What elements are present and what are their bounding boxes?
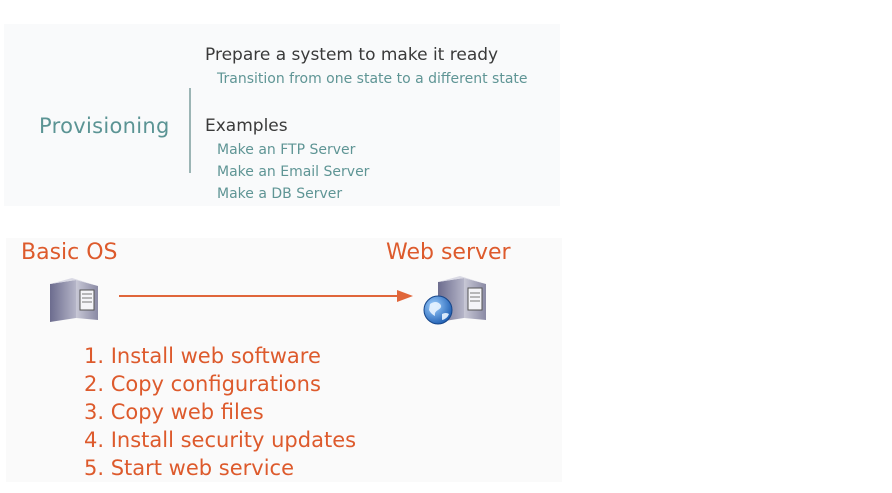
step-install-web-software: 1. Install web software bbox=[84, 344, 321, 368]
transition-arrow-line bbox=[119, 295, 399, 297]
web-server-label: Web server bbox=[386, 240, 511, 265]
definition-heading: Prepare a system to make it ready bbox=[205, 45, 499, 65]
example-item-ftp: Make an FTP Server bbox=[217, 142, 356, 158]
step-copy-web-files: 3. Copy web files bbox=[84, 400, 264, 424]
web-server-globe-icon bbox=[423, 276, 486, 325]
example-item-email: Make an Email Server bbox=[217, 164, 370, 180]
vertical-divider bbox=[189, 88, 191, 173]
server-icon bbox=[50, 278, 98, 322]
provisioning-title: Provisioning bbox=[39, 114, 170, 138]
example-item-db: Make a DB Server bbox=[217, 186, 343, 202]
examples-heading: Examples bbox=[205, 116, 288, 136]
definition-detail: Transition from one state to a different… bbox=[217, 71, 528, 87]
basic-os-label: Basic OS bbox=[21, 240, 118, 265]
step-copy-configurations: 2. Copy configurations bbox=[84, 372, 321, 396]
transition-arrow-head bbox=[397, 290, 413, 302]
step-install-security-updates: 4. Install security updates bbox=[84, 428, 357, 452]
step-start-web-service: 5. Start web service bbox=[84, 456, 295, 480]
